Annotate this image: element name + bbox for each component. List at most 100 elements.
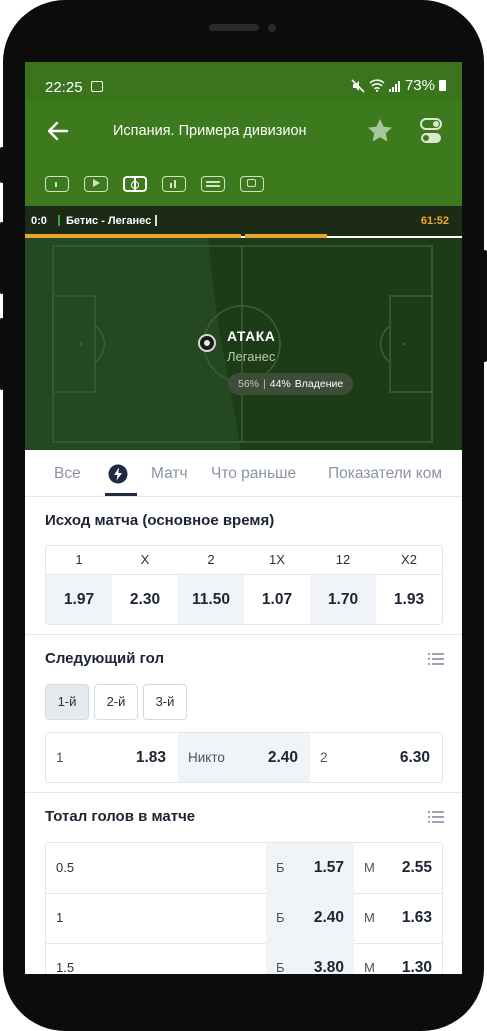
total-goals-title: Тотал голов в матче — [45, 808, 196, 825]
possession-home: 56% — [238, 378, 260, 390]
odds-button-away[interactable]: 11.50 — [178, 575, 244, 624]
tab-team-stats[interactable]: Показатели ком — [328, 465, 442, 483]
signal-icon — [388, 80, 400, 92]
settings-toggle-icon[interactable] — [420, 118, 442, 144]
option-odds: 1.83 — [135, 749, 166, 766]
result-header: 1 — [75, 552, 83, 567]
result-header: 1X — [269, 552, 285, 567]
volume-down-button — [0, 318, 4, 390]
table-row: 0.5 Б 1.57 М 2.55 — [46, 843, 442, 894]
possession-label: Владение — [294, 378, 344, 390]
side-button-right — [483, 250, 487, 362]
under-odds: 1.30 — [401, 959, 432, 974]
tv-view-icon[interactable] — [240, 176, 264, 192]
table-row: 1 Б 2.40 М 1.63 — [46, 893, 442, 944]
home-indicator — [58, 215, 60, 226]
over-odds-button[interactable]: Б 3.80 — [266, 943, 354, 974]
market-tabs: Все Матч Что раньше Показатели ком — [25, 450, 462, 497]
earpiece-speaker — [209, 24, 259, 31]
over-label: Б — [276, 860, 285, 875]
stats-view-icon[interactable] — [162, 176, 186, 192]
odds-button-home[interactable]: 1.97 — [46, 575, 112, 624]
possession-divider: | — [263, 378, 266, 390]
chip-second-goal[interactable]: 2-й — [94, 684, 138, 720]
view-mode-icons — [45, 176, 264, 194]
over-label: Б — [276, 910, 285, 925]
screen: 22:25 73% Испания. Примера дивизион 0:0 … — [25, 62, 462, 974]
under-odds-button[interactable]: М 2.55 — [354, 843, 442, 893]
odds-button-draw[interactable]: 2.30 — [112, 575, 178, 624]
under-odds-button[interactable]: М 1.30 — [354, 943, 442, 974]
result-header: 12 — [335, 552, 351, 567]
table-row: 1.5 Б 3.80 М 1.30 — [46, 943, 442, 974]
option-label: 1 — [56, 750, 64, 765]
match-result-title: Исход матча (основное время) — [45, 512, 275, 529]
status-time: 22:25 — [45, 79, 83, 96]
odds-cell-team1[interactable]: 1 1.83 — [46, 733, 178, 782]
under-label: М — [364, 860, 375, 875]
option-odds: 6.30 — [399, 749, 430, 766]
over-odds: 3.80 — [313, 959, 344, 974]
total-line: 0.5 — [56, 860, 75, 875]
battery-percent: 73% — [404, 77, 435, 94]
event-team: Леганес — [227, 349, 276, 364]
active-tab-indicator — [105, 493, 137, 496]
field-view-icon[interactable] — [123, 176, 147, 192]
match-score: 0:0 — [31, 215, 47, 227]
chip-first-goal[interactable]: 1-й — [45, 684, 89, 720]
odds-cell-team2[interactable]: 2 6.30 — [310, 733, 442, 782]
match-result-grid: 1 X 2 1X 12 X2 1.97 2.30 11.50 1.07 1.70… — [45, 545, 443, 625]
option-label: 2 — [320, 750, 328, 765]
lightning-tab-icon[interactable] — [108, 464, 128, 484]
match-teams: Бетис - Леганес — [66, 215, 152, 227]
live-scoreboard: 0:0 Бетис - Леганес 61:52 — [25, 206, 462, 236]
list-view-icon[interactable] — [428, 810, 444, 824]
video-view-icon[interactable] — [84, 176, 108, 192]
possession-away: 44% — [269, 378, 291, 390]
lineup-view-icon[interactable] — [201, 176, 225, 192]
next-goal-odds: 1 1.83 Никто 2.40 2 6.30 — [45, 732, 443, 783]
event-title: АТАКА — [227, 328, 276, 344]
result-header: X2 — [401, 552, 417, 567]
power-button — [0, 147, 4, 183]
section-divider — [25, 792, 462, 793]
under-odds: 2.55 — [401, 859, 432, 876]
odds-button-12[interactable]: 1.70 — [310, 575, 376, 624]
over-odds: 1.57 — [313, 859, 344, 876]
match-field: АТАКА Леганес 56% | 44% Владение — [25, 238, 462, 450]
total-goals-table: 0.5 Б 1.57 М 2.55 1 Б 2.40 М 1.63 1.5 Б 3.80 … — [45, 842, 443, 974]
under-odds-button[interactable]: М 1.63 — [354, 893, 442, 943]
scoreboard-view-icon[interactable] — [45, 176, 69, 192]
back-arrow-icon[interactable] — [45, 118, 71, 144]
mute-icon — [351, 78, 365, 93]
tab-match[interactable]: Матч — [151, 465, 188, 483]
front-camera — [268, 24, 276, 32]
odds-cell-nobody[interactable]: Никто 2.40 — [178, 733, 310, 782]
under-odds: 1.63 — [401, 909, 432, 926]
over-odds: 2.40 — [313, 909, 344, 926]
odds-button-x2[interactable]: 1.93 — [376, 575, 442, 624]
total-line: 1 — [56, 910, 64, 925]
list-view-icon[interactable] — [428, 652, 444, 666]
over-odds-button[interactable]: Б 2.40 — [266, 893, 354, 943]
battery-icon — [439, 80, 446, 91]
goal-number-chips: 1-й 2-й 3-й — [45, 684, 187, 720]
tab-all[interactable]: Все — [54, 465, 81, 483]
option-label: Никто — [188, 750, 225, 765]
chip-third-goal[interactable]: 3-й — [143, 684, 187, 720]
result-header: 2 — [207, 552, 215, 567]
favorite-star-icon[interactable] — [365, 116, 395, 146]
possession-badge: 56% | 44% Владение — [228, 373, 354, 395]
over-odds-button[interactable]: Б 1.57 — [266, 843, 354, 893]
page-title: Испания. Примера дивизион — [113, 123, 307, 139]
tab-what-first[interactable]: Что раньше — [211, 465, 296, 483]
wifi-icon — [369, 79, 385, 92]
next-goal-title: Следующий гол — [45, 650, 164, 667]
option-odds: 2.40 — [267, 749, 298, 766]
app-header-area: 22:25 73% Испания. Примера дивизион 0:0 … — [25, 62, 462, 236]
odds-button-1x[interactable]: 1.07 — [244, 575, 310, 624]
result-header: X — [140, 552, 150, 567]
volume-up-button — [0, 222, 4, 294]
pitch-graphic — [25, 238, 462, 450]
image-notification-icon — [91, 81, 103, 92]
